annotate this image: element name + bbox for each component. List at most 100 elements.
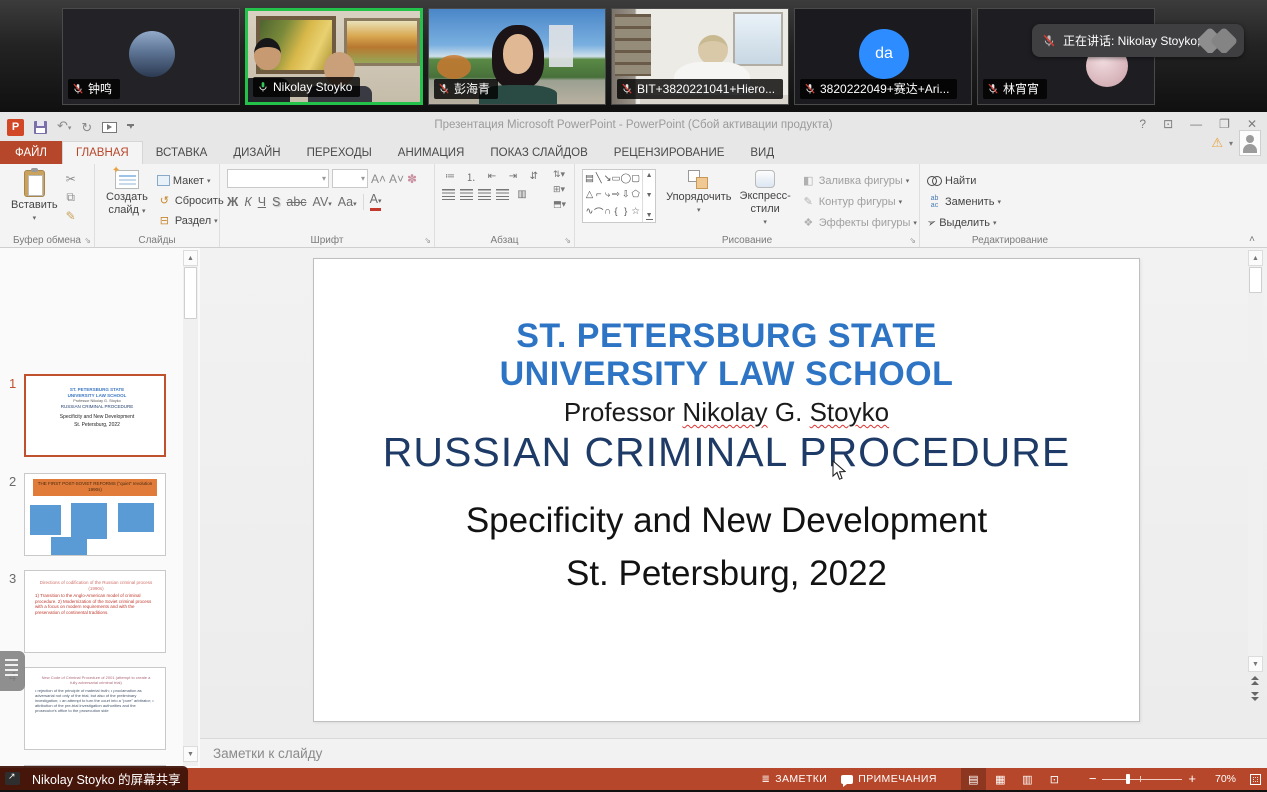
new-slide-button[interactable]: Создать слайд ▾	[102, 169, 152, 230]
collapse-ribbon-icon[interactable]: ˄	[1249, 234, 1255, 245]
tab-home[interactable]: ГЛАВНАЯ	[62, 141, 143, 164]
font-size-select[interactable]: ▾	[332, 169, 368, 188]
justify-icon[interactable]	[496, 189, 509, 200]
numbering-icon[interactable]: ⒈	[463, 169, 479, 183]
tab-animations[interactable]: АНИМАЦИЯ	[385, 141, 478, 164]
tab-review[interactable]: РЕЦЕНЗИРОВАНИЕ	[601, 141, 738, 164]
scroll-up-button[interactable]: ▲	[1248, 250, 1263, 266]
arrange-button[interactable]: Упорядочить▾	[662, 169, 735, 218]
zoom-out-button[interactable]: −	[1089, 774, 1097, 784]
user-profile-icon[interactable]	[1239, 130, 1261, 156]
close-icon[interactable]: ✕	[1247, 117, 1257, 131]
scroll-down-button[interactable]: ▼	[1248, 656, 1263, 672]
rounded-rectangle-shape-icon[interactable]: ▢	[631, 173, 640, 184]
arrow-shape-icon[interactable]: ↘	[604, 173, 612, 184]
textbox-shape-icon[interactable]: ▤	[585, 173, 594, 184]
section-button[interactable]: ⊟Раздел▾	[157, 211, 224, 230]
participant-tile-nikolay-stoyko[interactable]: Nikolay Stoyko	[245, 8, 423, 105]
slide-thumbnail-1[interactable]: ST. PETERSBURG STATE UNIVERSITY LAW SCHO…	[24, 374, 166, 457]
fit-slide-to-window-icon[interactable]	[1250, 774, 1261, 785]
format-painter-icon[interactable]: ✎	[66, 209, 76, 223]
increase-font-icon[interactable]: A˄	[371, 172, 386, 186]
bold-button[interactable]: Ж	[227, 195, 238, 209]
slide-thumbnail-4[interactable]: New Code of Criminal Procedure of 2001 (…	[24, 667, 166, 750]
arc-shape-icon[interactable]: ⌒	[594, 205, 604, 219]
comments-toggle-button[interactable]: ПРИМЕЧАНИЯ	[841, 773, 937, 785]
elbow-shape-icon[interactable]: ⌐	[596, 189, 602, 200]
tab-transitions[interactable]: ПЕРЕХОДЫ	[294, 141, 385, 164]
scroll-up-button[interactable]: ▲	[183, 250, 198, 266]
normal-view-button[interactable]: ▤	[961, 768, 986, 790]
zoom-slider-thumb[interactable]	[1126, 774, 1130, 784]
zoom-level[interactable]: 70%	[1210, 773, 1236, 785]
find-button[interactable]: Найти	[927, 171, 1095, 190]
shape-effects-button[interactable]: ❖Эффекты фигуры▾	[801, 213, 917, 232]
strikethrough-button[interactable]: abc	[286, 195, 306, 209]
reading-view-button[interactable]: ▥	[1015, 768, 1040, 790]
tab-insert[interactable]: ВСТАВКА	[143, 141, 221, 164]
slideshow-view-button[interactable]: ⊡	[1042, 768, 1067, 790]
scroll-down-icon[interactable]: ▼	[646, 192, 653, 199]
scribble-shape-icon[interactable]: ∿	[586, 206, 594, 217]
participant-tile-bit-hiero[interactable]: BIT+3820221041+Hiero...	[611, 8, 789, 105]
ribbon-display-options-icon[interactable]: ⊡	[1163, 117, 1173, 131]
tab-view[interactable]: ВИД	[737, 141, 787, 164]
change-case-button[interactable]: Aa▾	[338, 195, 357, 209]
down-arrow-shape-icon[interactable]: ⇩	[622, 189, 630, 200]
restore-icon[interactable]: ❐	[1219, 117, 1230, 131]
reset-button[interactable]: ↺Сбросить	[157, 191, 224, 210]
activation-warning-icon[interactable]: ⚠	[1211, 135, 1223, 151]
zoom-in-button[interactable]: +	[1188, 774, 1196, 784]
quick-styles-button[interactable]: Экспресс-стили▾	[736, 169, 795, 230]
scroll-up-icon[interactable]: ▲	[646, 172, 653, 179]
chevron-down-icon[interactable]: ▾	[1229, 139, 1233, 148]
slide-thumbnail-3[interactable]: Directions of codification of the Russia…	[24, 570, 166, 653]
minimize-icon[interactable]: —	[1190, 117, 1202, 131]
slide-canvas[interactable]: ST. PETERSBURG STATE UNIVERSITY LAW SCHO…	[313, 258, 1140, 722]
notes-pane[interactable]: Заметки к слайду	[200, 738, 1267, 768]
canvas-scrollbar[interactable]: ▲ ▼	[1248, 250, 1263, 672]
shapes-gallery[interactable]: ▤ ╲ ↘ ▭ ◯ ▢ △ ⌐ ⤷ ⇨ ⇩ ⬠ ∿	[582, 169, 656, 223]
zoom-slider[interactable]	[1102, 774, 1182, 784]
elbow-arrow-shape-icon[interactable]: ⤷	[605, 189, 610, 200]
callout-shape-icon[interactable]: ⬠	[631, 189, 639, 200]
bullets-icon[interactable]: ≔	[442, 169, 458, 183]
convert-smartart-icon[interactable]: ⬒▾	[553, 199, 566, 210]
text-shadow-button[interactable]: S	[272, 195, 280, 209]
powerpoint-app-icon[interactable]: P	[7, 119, 24, 136]
participant-tile-saida[interactable]: da 3820222049+赛达+Ari...	[794, 8, 972, 105]
tab-file[interactable]: ФАЙЛ	[0, 141, 62, 164]
left-brace-shape-icon[interactable]: {	[614, 206, 617, 217]
gallery-more-icon[interactable]: ▼	[646, 212, 653, 220]
triangle-shape-icon[interactable]: △	[586, 189, 593, 200]
align-center-icon[interactable]	[460, 189, 473, 200]
increase-indent-icon[interactable]: ⇥	[505, 169, 521, 183]
select-button[interactable]: ➢Выделить▾	[927, 213, 1095, 232]
font-dialog-launcher-icon[interactable]: ⇘	[424, 236, 431, 245]
star-shape-icon[interactable]: ☆	[631, 206, 640, 217]
italic-button[interactable]: К	[244, 195, 251, 209]
decrease-font-icon[interactable]: A˅	[389, 172, 404, 186]
copy-icon[interactable]: ⧉	[66, 190, 76, 205]
save-icon[interactable]	[34, 121, 47, 134]
undo-icon[interactable]: ↶▾	[57, 117, 71, 137]
scrollbar-thumb[interactable]	[1249, 267, 1262, 293]
redo-icon[interactable]: ↻	[81, 119, 92, 136]
customize-qat-icon[interactable]: ▾	[127, 124, 134, 130]
align-text-icon[interactable]: ⊞▾	[553, 184, 566, 195]
character-spacing-button[interactable]: AV▾	[313, 195, 332, 209]
scrollbar-thumb[interactable]	[184, 267, 197, 319]
shape-outline-button[interactable]: ✎Контур фигуры▾	[801, 192, 917, 211]
next-slide-button[interactable]	[1250, 692, 1261, 702]
slide-sorter-view-button[interactable]: ▦	[988, 768, 1013, 790]
shape-fill-button[interactable]: ◧Заливка фигуры▾	[801, 171, 917, 190]
line-spacing-icon[interactable]: ⇵	[526, 169, 542, 183]
paragraph-dialog-launcher-icon[interactable]: ⇘	[564, 236, 571, 245]
collapsed-panel-handle[interactable]	[0, 651, 25, 691]
start-slideshow-icon[interactable]	[102, 122, 117, 133]
participant-tile-zhongming[interactable]: 钟鸣	[62, 8, 240, 105]
notes-toggle-button[interactable]: ≣ЗАМЕТКИ	[761, 773, 827, 785]
slide-editing-area[interactable]: ST. PETERSBURG STATE UNIVERSITY LAW SCHO…	[200, 248, 1267, 738]
line-shape-icon[interactable]: ╲	[596, 173, 602, 184]
curve-shape-icon[interactable]: ∩	[604, 206, 611, 217]
